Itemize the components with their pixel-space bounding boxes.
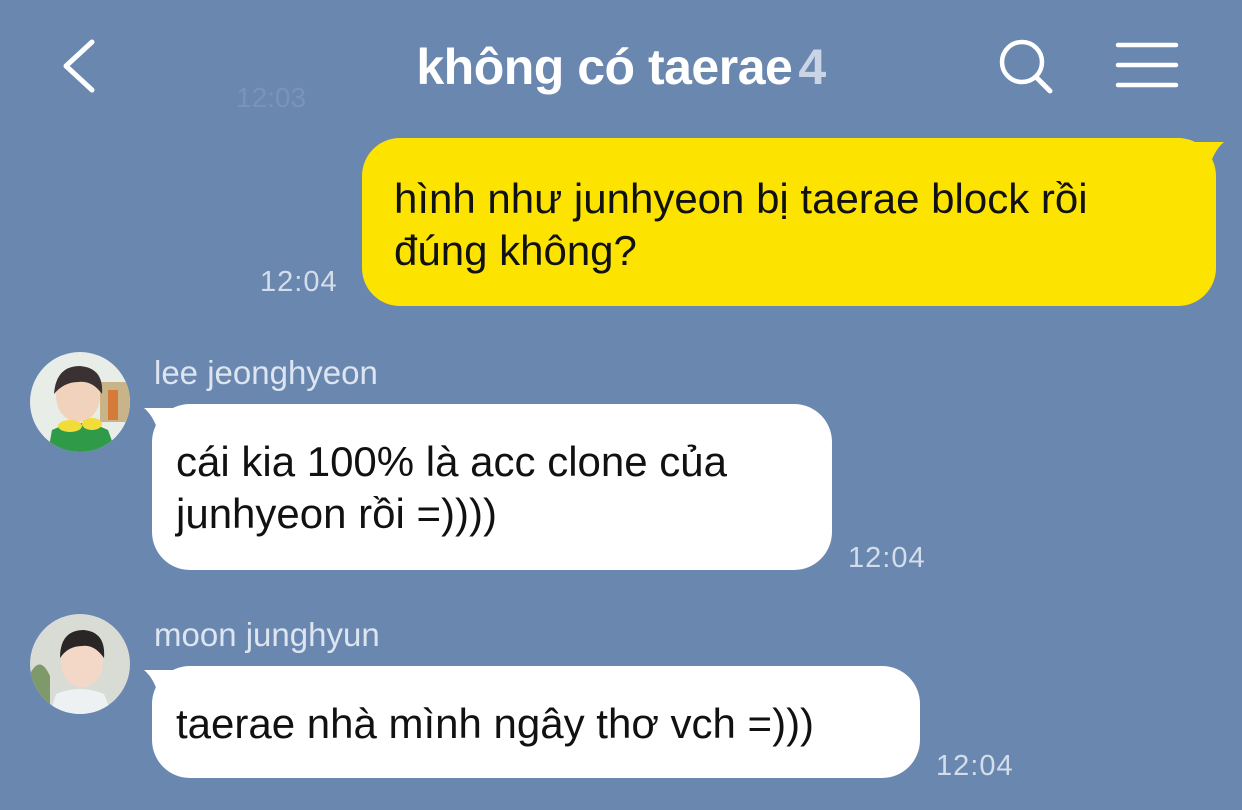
search-icon: [999, 39, 1053, 94]
chat-room-name: không có taerae: [416, 39, 793, 95]
sender-name: lee jeonghyeon: [154, 354, 378, 391]
chat-header: không có taerae 4: [0, 0, 1242, 130]
message-text: cái kia 100% là acc clone của junhyeon r…: [176, 438, 727, 537]
avatar-moon-junghyun[interactable]: [30, 614, 130, 714]
message-text: taerae nhà mình ngây thơ vch =))): [176, 700, 815, 747]
message-timestamp: 12:04: [260, 266, 338, 298]
incoming-message-bubble[interactable]: cái kia 100% là acc clone của junhyeon r…: [152, 404, 832, 570]
faded-timestamp: 12:03: [236, 82, 307, 113]
message-text: hình như junhyeon bị taerae block rồi đú…: [394, 175, 1088, 274]
menu-button[interactable]: [1112, 36, 1182, 96]
sender-name: moon junghyun: [154, 616, 380, 653]
message-timestamp: 12:04: [936, 750, 1014, 782]
member-count: 4: [798, 39, 826, 95]
search-button[interactable]: [992, 32, 1062, 102]
hamburger-menu-icon: [1115, 42, 1179, 88]
profile-photo-icon: [30, 352, 130, 452]
outgoing-message-bubble[interactable]: hình như junhyeon bị taerae block rồi đú…: [362, 138, 1216, 306]
message-timestamp: 12:04: [848, 542, 926, 574]
profile-photo-icon: [30, 614, 130, 714]
avatar-lee-jeonghyeon[interactable]: [30, 352, 130, 452]
incoming-message-bubble[interactable]: taerae nhà mình ngây thơ vch =))): [152, 666, 920, 778]
